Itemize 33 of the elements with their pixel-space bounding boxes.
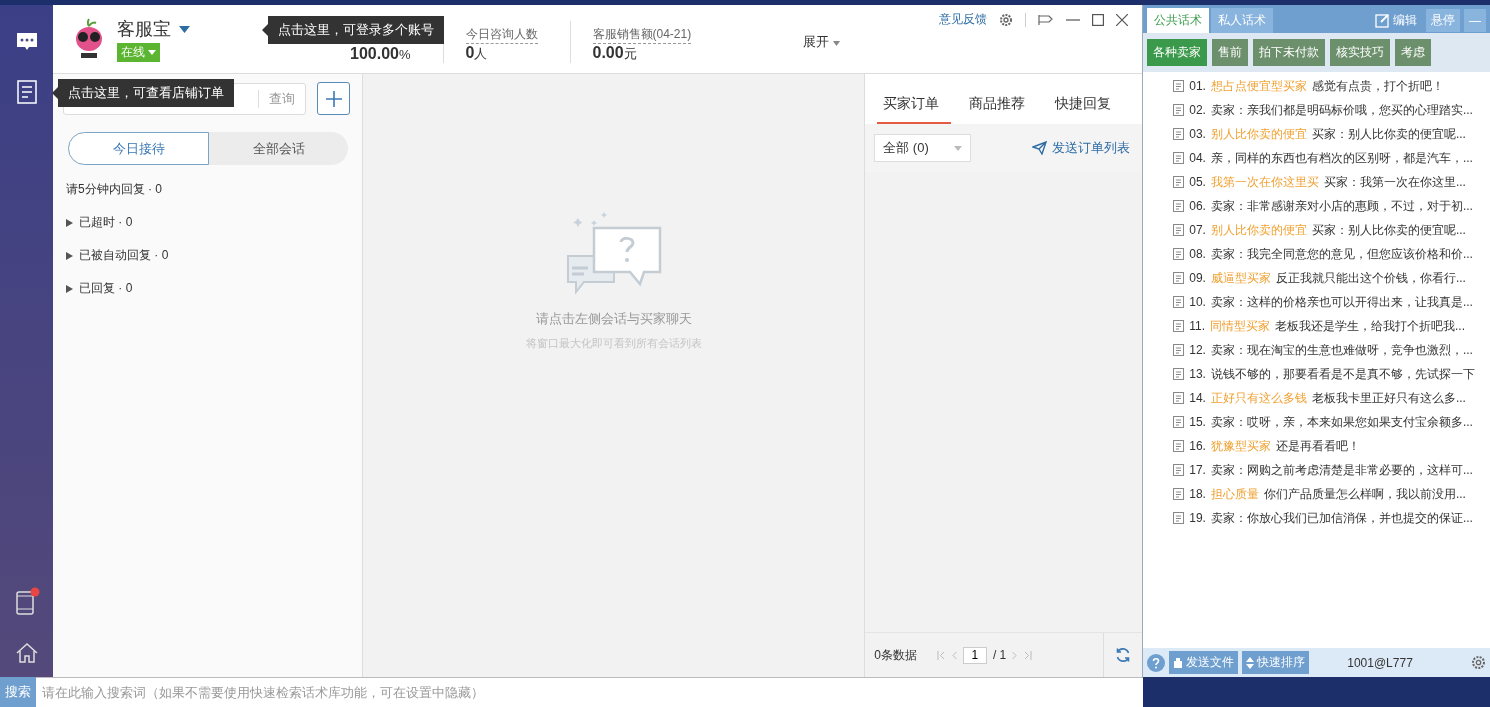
item-number: 02. <box>1189 103 1206 117</box>
stat-value: 0人 <box>465 44 489 63</box>
item-number: 01. <box>1189 79 1206 93</box>
reply-notice: 请5分钟内回复 · 0 <box>66 181 163 198</box>
record-count: 0条数据 <box>874 646 917 664</box>
item-number: 11. <box>1189 319 1206 333</box>
empty-state-title: 请点击左侧会话与买家聊天 <box>535 310 692 328</box>
stat-label: 今日咨询人数 <box>465 26 538 44</box>
item-number: 15. <box>1189 415 1206 429</box>
user-id: 1001@L777 <box>1347 655 1413 670</box>
item-number: 10. <box>1189 295 1206 309</box>
item-number: 12. <box>1189 343 1206 357</box>
item-number: 08. <box>1189 247 1206 261</box>
tooltip: 点击这里，可登录多个账号 <box>262 16 444 44</box>
item-number: 07. <box>1189 223 1206 237</box>
item-number: 06. <box>1189 199 1206 213</box>
stat-value: 100.00% <box>350 45 411 63</box>
item-number: 18. <box>1189 487 1206 501</box>
tooltip: 点击这里，可查看店铺订单 <box>52 79 234 107</box>
account-name: 客服宝 <box>117 18 171 41</box>
item-number: 16. <box>1189 439 1206 453</box>
stat-value: 0.00元 <box>592 44 638 63</box>
search-label: 搜索 <box>0 677 36 707</box>
page-total: / 1 <box>992 648 1007 662</box>
item-number: 09. <box>1189 271 1206 285</box>
item-number: 03. <box>1189 127 1206 141</box>
item-number: 04. <box>1189 151 1206 165</box>
item-number: 17. <box>1189 463 1206 477</box>
stat-label: 客服销售额(04-21) <box>592 26 692 44</box>
item-number: 05. <box>1189 175 1206 189</box>
item-number: 13. <box>1189 367 1206 381</box>
item-number: 14. <box>1189 391 1206 405</box>
item-number: 19. <box>1189 511 1206 525</box>
